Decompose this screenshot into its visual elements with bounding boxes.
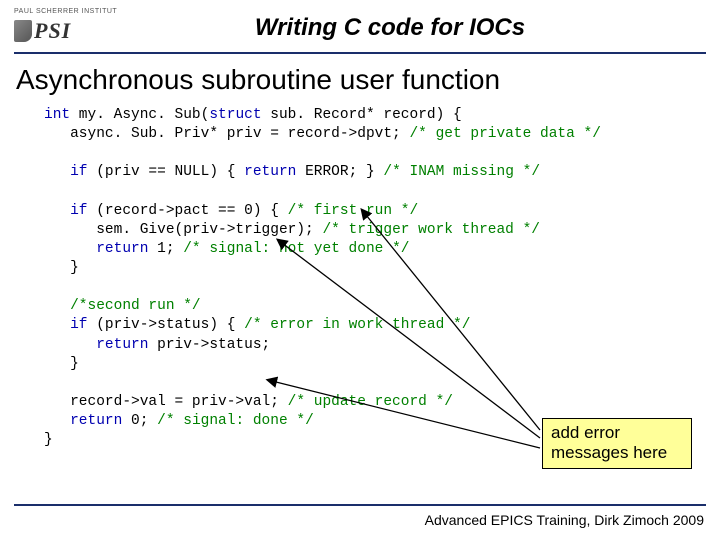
logo-letters: PSI xyxy=(34,18,71,44)
content-area: Asynchronous subroutine user function in… xyxy=(0,54,720,450)
psi-logo: PAUL SCHERRER INSTITUT PSI xyxy=(14,8,134,48)
divider-bottom xyxy=(14,504,706,506)
slide-title: Writing C code for IOCs xyxy=(134,14,706,42)
logo-shape-icon xyxy=(14,20,32,42)
code-block: int my. Async. Sub(struct sub. Record* r… xyxy=(16,106,704,450)
logo-institute-text: PAUL SCHERRER INSTITUT xyxy=(14,8,117,15)
header: PAUL SCHERRER INSTITUT PSI Writing C cod… xyxy=(0,0,720,52)
section-heading: Asynchronous subroutine user function xyxy=(16,64,704,96)
callout-box: add error messages here xyxy=(542,418,692,469)
footer-text: Advanced EPICS Training, Dirk Zimoch 200… xyxy=(425,512,704,528)
